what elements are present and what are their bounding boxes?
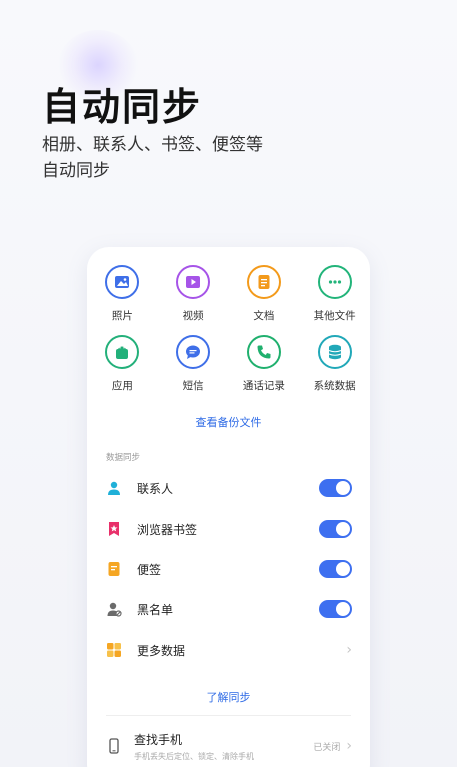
subtitle-line-2: 自动同步 <box>42 161 110 181</box>
video-icon <box>176 265 211 299</box>
notes-sync-toggle[interactable] <box>319 560 352 578</box>
category-documents[interactable]: 文档 <box>229 265 300 323</box>
section-header-data-sync: 数据同步 <box>106 453 141 463</box>
divider <box>106 715 351 716</box>
sync-row-label: 黑名单 <box>137 602 174 617</box>
sync-row-label: 便签 <box>137 562 162 577</box>
category-other-files[interactable]: 其他文件 <box>299 265 370 323</box>
bookmark-icon <box>106 521 122 537</box>
contacts-sync-toggle[interactable] <box>319 479 352 497</box>
sync-row-label: 更多数据 <box>137 643 186 658</box>
note-icon <box>106 561 122 577</box>
view-backup-files-link[interactable]: 查看备份文件 <box>87 414 370 430</box>
category-videos[interactable]: 视频 <box>158 265 229 323</box>
document-icon <box>246 265 281 299</box>
app-icon <box>105 335 140 369</box>
photo-icon <box>105 265 140 299</box>
category-system-data[interactable]: 系统数据 <box>299 335 370 393</box>
sync-row-blacklist: 黑名单 <box>106 595 352 623</box>
sync-card: 照片 视频 文档 其他文件 应用 短信 通话记录 系统数据 查看备份文件 数据同… <box>87 247 370 767</box>
phone-icon <box>246 335 281 369</box>
category-messages[interactable]: 短信 <box>158 335 229 393</box>
blacklist-icon <box>106 601 122 617</box>
category-apps[interactable]: 应用 <box>87 335 158 393</box>
subtitle-line-1: 相册、联系人、书签、便签等 <box>42 135 263 155</box>
contact-icon <box>106 480 122 496</box>
find-phone-status: 已关闭 <box>313 742 341 753</box>
chevron-right-icon: › <box>346 642 352 658</box>
sync-row-notes: 便签 <box>106 555 352 583</box>
category-label: 应用 <box>111 380 133 392</box>
page-title: 自动同步 <box>42 85 203 129</box>
grid-apps-icon <box>106 642 122 658</box>
category-label: 短信 <box>182 380 204 392</box>
message-icon <box>176 335 211 369</box>
blacklist-sync-toggle[interactable] <box>319 600 352 618</box>
category-photos[interactable]: 照片 <box>87 265 158 323</box>
sync-row-bookmarks: 浏览器书签 <box>106 515 352 543</box>
find-phone-title: 查找手机 <box>134 732 183 747</box>
bookmarks-sync-toggle[interactable] <box>319 520 352 538</box>
find-phone-text: 查找手机 手机丢失后定位、锁定、清除手机 <box>134 731 313 762</box>
sync-row-label: 浏览器书签 <box>137 522 198 537</box>
mobile-phone-icon <box>106 738 122 754</box>
category-label: 文档 <box>253 310 275 322</box>
category-grid: 照片 视频 文档 其他文件 应用 短信 通话记录 系统数据 <box>87 265 370 393</box>
learn-sync-link[interactable]: 了解同步 <box>87 689 370 705</box>
category-label: 照片 <box>111 310 133 322</box>
sync-row-label: 联系人 <box>137 481 174 496</box>
find-phone-row[interactable]: 查找手机 手机丢失后定位、锁定、清除手机 已关闭 › <box>106 729 352 763</box>
category-label: 视频 <box>182 310 204 322</box>
page-subtitle: 相册、联系人、书签、便签等 自动同步 <box>42 132 302 184</box>
category-label: 通话记录 <box>242 380 285 392</box>
database-icon <box>317 335 352 369</box>
category-label: 系统数据 <box>313 380 356 392</box>
more-files-icon <box>317 265 352 299</box>
category-label: 其他文件 <box>313 310 356 322</box>
find-phone-description: 手机丢失后定位、锁定、清除手机 <box>134 751 254 761</box>
chevron-right-icon: › <box>346 738 352 754</box>
category-call-log[interactable]: 通话记录 <box>229 335 300 393</box>
sync-row-contacts: 联系人 <box>106 474 352 502</box>
sync-row-more-data[interactable]: 更多数据 › <box>106 636 352 664</box>
